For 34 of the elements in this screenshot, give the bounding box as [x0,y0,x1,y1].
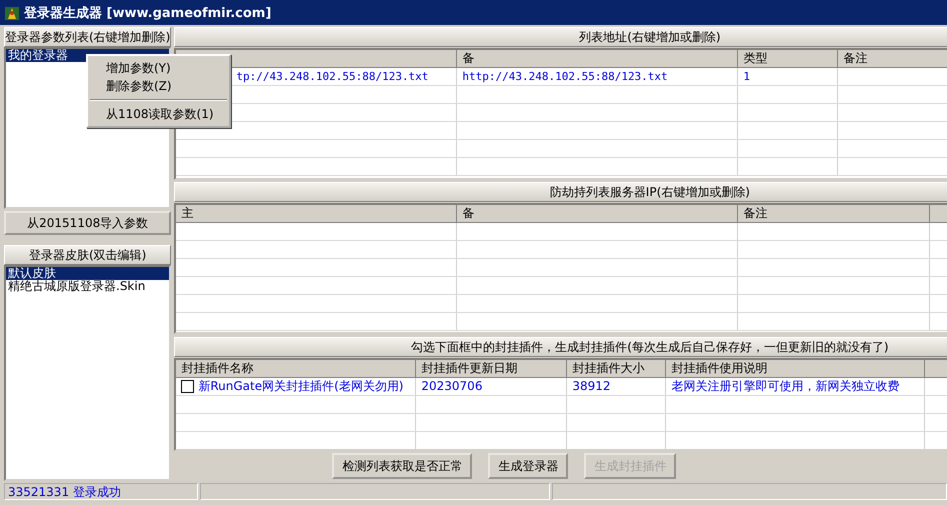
import-button[interactable]: 从20151108导入参数 [4,211,172,235]
column-header[interactable]: 备 [457,50,738,67]
column-header[interactable]: 主 [176,205,458,222]
panel-header: 登录器参数列表(右键增加删除) [4,27,172,47]
panel-header: 登录器皮肤(双击编辑) [4,245,172,265]
column-header[interactable]: 类型 [738,50,838,67]
checkbox[interactable] [181,380,194,393]
window-title: 登录器生成器 [www.gameofmir.com] [24,4,272,22]
column-header[interactable]: 封挂插件大小 [567,360,666,377]
table-cell-text: http://43.248.102.55:88/123.txt [462,69,668,85]
list-item[interactable]: 默认皮肤 [6,267,170,280]
column-header[interactable]: 封挂插件名称 [176,360,416,377]
section-header: 勾选下面框中的封挂插件，生成封挂插件(每次生成后自己保存好，一但更新旧的就没有了) [174,337,947,357]
table-cell: 老网关注册引擎即可使用，新网关独立收费 [671,378,900,395]
app-icon [4,4,20,20]
column-header[interactable]: 封挂插件更新日期 [416,360,568,377]
action-button[interactable]: 检测列表获取是否正常 [332,453,472,479]
column-header[interactable]: 备注 [738,205,930,222]
table-cell: 38912 [572,378,611,395]
menu-item[interactable]: 删除参数(Z) [88,77,229,95]
table-cell: 20230706 [421,378,482,395]
column-header[interactable]: 备 [457,205,738,222]
column-header[interactable]: 备注 [838,50,947,67]
table-cell-text: 1 [743,69,750,85]
section-header: 列表地址(右键增加或删除) [174,27,947,47]
column-header[interactable]: 封挂插件使用说明 [666,360,926,377]
menu-item[interactable]: 增加参数(Y) [88,59,229,77]
status-text: 33521331 登录成功 [8,485,121,499]
section-header: 防劫持列表服务器IP(右键增加或删除) [174,182,947,202]
table-cell: 新RunGate网关封挂插件(老网关勿用) [198,378,404,395]
action-button[interactable]: 生成登录器 [488,453,568,479]
menu-item[interactable]: 从1108读取参数(1) [88,105,229,123]
list-item[interactable]: 精绝古城原版登录器.Skin [6,280,170,293]
table-cell-text: tp://43.248.102.55:88/123.txt [236,69,428,85]
